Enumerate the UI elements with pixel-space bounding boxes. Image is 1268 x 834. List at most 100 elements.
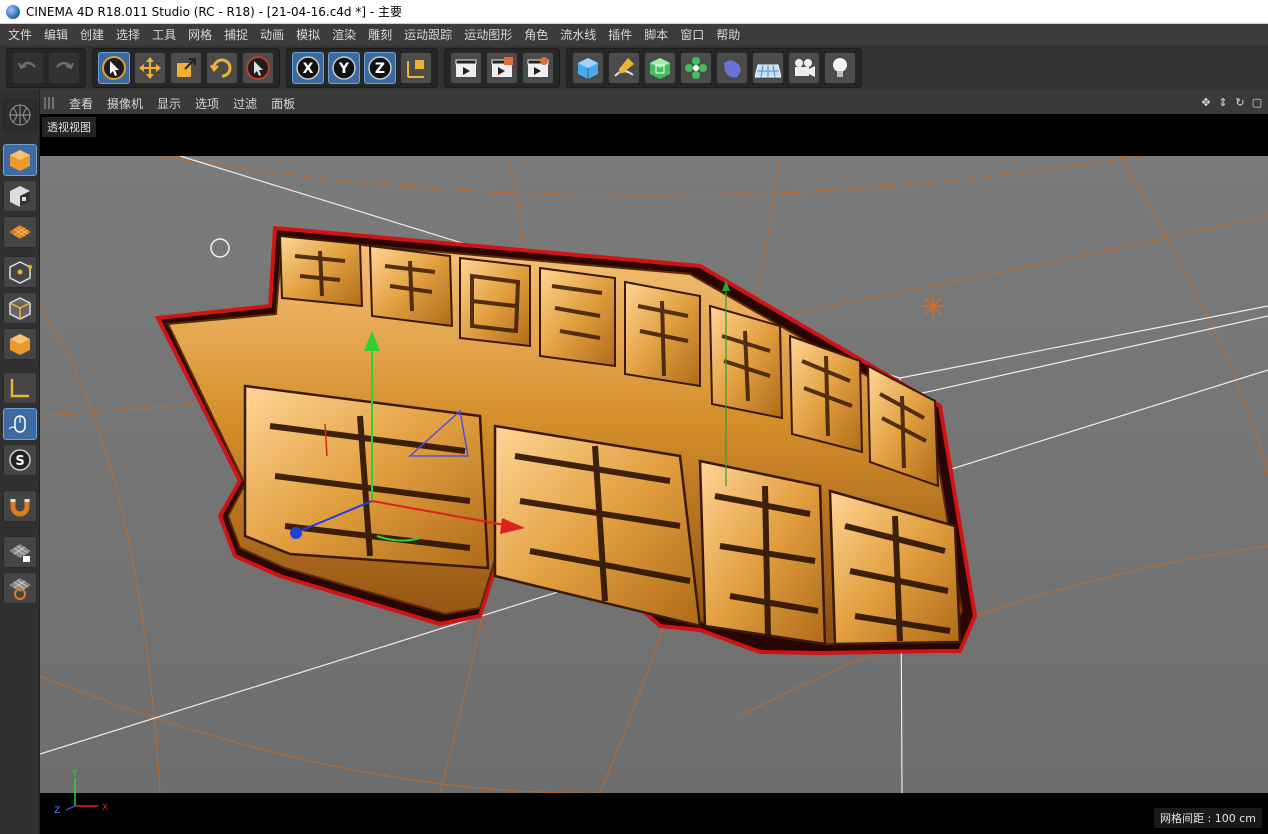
view-menu-cameras[interactable]: 摄像机 <box>100 95 150 112</box>
render-view-button[interactable] <box>450 52 482 84</box>
live-select-icon <box>102 56 126 80</box>
camera-button[interactable] <box>788 52 820 84</box>
panel-grip-icon[interactable] <box>44 97 56 109</box>
polygons-mode-button[interactable] <box>3 328 37 360</box>
dolly-icon[interactable]: ⇕ <box>1216 95 1230 109</box>
menu-mograph[interactable]: 运动图形 <box>458 24 518 46</box>
menu-script[interactable]: 脚本 <box>638 24 674 46</box>
cinema4d-logo-icon <box>6 4 20 19</box>
undo-button[interactable] <box>12 52 44 84</box>
toggle-view-icon[interactable]: ▢ <box>1250 95 1264 109</box>
view-menu-panel[interactable]: 面板 <box>264 95 302 112</box>
y-axis-icon: Y <box>332 56 356 80</box>
viewport-label: 透视视图 <box>42 117 96 137</box>
orbit-icon[interactable]: ↻ <box>1233 95 1247 109</box>
window-title: CINEMA 4D R18.011 Studio (RC - R18) - [2… <box>26 5 402 19</box>
recent-tool-button[interactable] <box>242 52 274 84</box>
main-toolbar: X Y Z <box>0 46 1268 90</box>
model-mode-button[interactable] <box>3 144 37 176</box>
menu-select[interactable]: 选择 <box>110 24 146 46</box>
render-picture-viewer-icon <box>491 57 513 77</box>
cube-icon <box>578 58 598 79</box>
render-picture-viewer-button[interactable] <box>486 52 518 84</box>
scale-icon <box>177 58 196 77</box>
light-button[interactable] <box>824 52 856 84</box>
coordinate-system-button[interactable] <box>400 52 432 84</box>
axis-mode-button[interactable] <box>3 372 37 404</box>
svg-text:Y: Y <box>338 61 350 77</box>
menu-mesh[interactable]: 网格 <box>182 24 218 46</box>
menu-simulate[interactable]: 模拟 <box>290 24 326 46</box>
svg-text:Y: Y <box>71 769 78 779</box>
cube-button[interactable] <box>572 52 604 84</box>
view-menu-view[interactable]: 查看 <box>62 95 100 112</box>
render-settings-button[interactable] <box>522 52 554 84</box>
undo-icon <box>18 61 36 70</box>
live-select-button[interactable] <box>98 52 130 84</box>
left-tool-palette: S <box>0 90 40 834</box>
render-settings-icon <box>527 57 549 77</box>
subdivision-surface-button[interactable] <box>644 52 676 84</box>
menu-animate[interactable]: 动画 <box>254 24 290 46</box>
menu-edit[interactable]: 编辑 <box>38 24 74 46</box>
texture-mode-button[interactable] <box>3 180 37 212</box>
world-axis-indicator: Y Z X <box>54 769 108 816</box>
scale-button[interactable] <box>170 52 202 84</box>
workplane-lock-button[interactable] <box>3 536 37 568</box>
move-button[interactable] <box>134 52 166 84</box>
main-menu-bar: 文件 编辑 创建 选择 工具 网格 捕捉 动画 模拟 渲染 雕刻 运动跟踪 运动… <box>0 24 1268 46</box>
snap-magnet-button[interactable] <box>3 490 37 522</box>
coordinate-system-icon <box>407 60 424 78</box>
workspace-globe-button[interactable] <box>3 98 37 132</box>
pen-button[interactable] <box>608 52 640 84</box>
x-axis-icon: X <box>296 56 320 80</box>
menu-file[interactable]: 文件 <box>2 24 38 46</box>
edges-mode-button[interactable] <box>3 292 37 324</box>
camera-icon <box>795 59 815 77</box>
points-mode-icon <box>9 261 32 284</box>
svg-text:X: X <box>102 803 108 813</box>
menu-create[interactable]: 创建 <box>74 24 110 46</box>
viewport-menu-bar: 查看 摄像机 显示 选项 过滤 面板 ✥ ⇕ ↻ ▢ <box>40 92 1268 114</box>
tweak-mode-button[interactable] <box>3 408 37 440</box>
z-axis-button[interactable]: Z <box>364 52 396 84</box>
workplane-button[interactable] <box>3 216 37 248</box>
menu-pipeline[interactable]: 流水线 <box>554 24 602 46</box>
solo-button[interactable]: S <box>3 444 37 476</box>
globe-icon <box>9 104 31 126</box>
menu-help[interactable]: 帮助 <box>710 24 746 46</box>
menu-character[interactable]: 角色 <box>518 24 554 46</box>
light-icon <box>833 58 847 77</box>
menu-plugins[interactable]: 插件 <box>602 24 638 46</box>
view-menu-filter[interactable]: 过滤 <box>226 95 264 112</box>
redo-button[interactable] <box>48 52 80 84</box>
pan-icon[interactable]: ✥ <box>1199 95 1213 109</box>
texture-mode-icon <box>10 186 30 207</box>
menu-render[interactable]: 渲染 <box>326 24 362 46</box>
workplane-lock-icon <box>9 544 31 562</box>
menu-motion-tracking[interactable]: 运动跟踪 <box>398 24 458 46</box>
points-mode-button[interactable] <box>3 256 37 288</box>
svg-text:Z: Z <box>54 806 60 816</box>
svg-text:X: X <box>303 61 314 77</box>
rotate-button[interactable] <box>206 52 238 84</box>
objects-group <box>566 48 862 88</box>
menu-sculpt[interactable]: 雕刻 <box>362 24 398 46</box>
cloner-button[interactable] <box>680 52 712 84</box>
y-axis-button[interactable]: Y <box>328 52 360 84</box>
menu-tools[interactable]: 工具 <box>146 24 182 46</box>
view-menu-options[interactable]: 选项 <box>188 95 226 112</box>
x-axis-button[interactable]: X <box>292 52 324 84</box>
locked-workplane-button[interactable] <box>3 572 37 604</box>
view-menu-display[interactable]: 显示 <box>150 95 188 112</box>
deformer-button[interactable] <box>716 52 748 84</box>
floor-icon <box>755 64 781 78</box>
floor-button[interactable] <box>752 52 784 84</box>
perspective-viewport[interactable]: 透视视图 Y Z X 网格间距: 100 cm <box>40 114 1268 834</box>
menu-window[interactable]: 窗口 <box>674 24 710 46</box>
cloner-icon <box>685 57 707 79</box>
viewport-scene[interactable] <box>40 156 1268 793</box>
viewport-nav-controls: ✥ ⇕ ↻ ▢ <box>1199 95 1264 109</box>
axis-mode-icon <box>10 379 29 398</box>
menu-snap[interactable]: 捕捉 <box>218 24 254 46</box>
